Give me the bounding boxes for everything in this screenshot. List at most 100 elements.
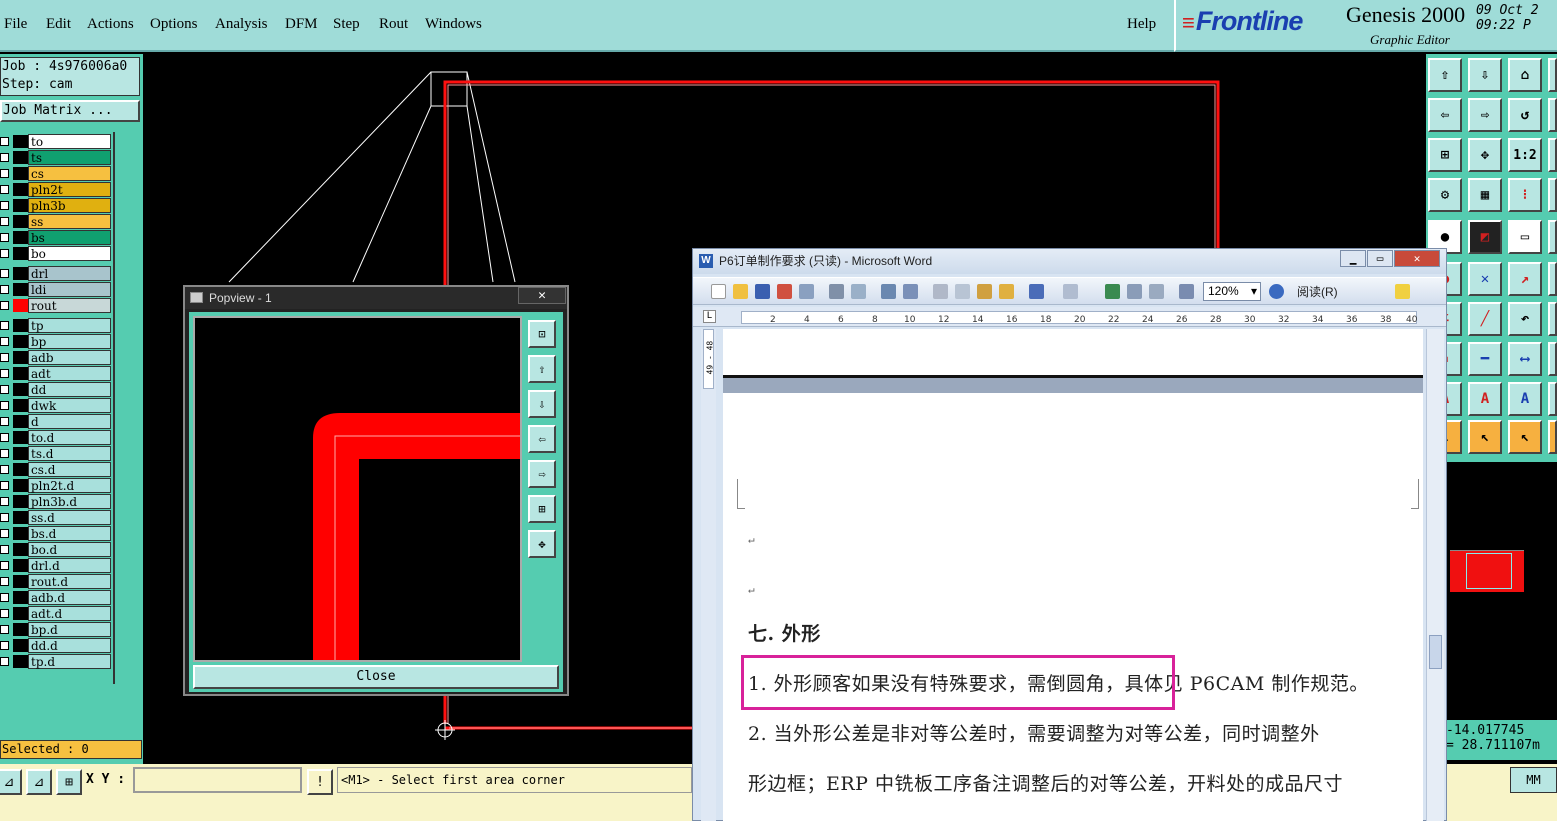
layer-row[interactable]: dwk: [0, 398, 115, 413]
popview-zoom-icon[interactable]: ⊡: [528, 320, 556, 348]
arc-icon[interactable]: ↶: [1508, 302, 1542, 336]
layer-checkbox[interactable]: [0, 609, 9, 618]
menu-analysis[interactable]: Analysis: [215, 16, 268, 33]
popview-close-icon[interactable]: ✕: [518, 287, 566, 304]
overview-map[interactable]: [1450, 550, 1524, 592]
layer-checkbox[interactable]: [0, 353, 9, 362]
tool-cut-icon[interactable]: [1548, 178, 1557, 212]
layer-checkbox[interactable]: [0, 169, 9, 178]
layer-row[interactable]: ts.d: [0, 446, 115, 461]
layer-checkbox[interactable]: [0, 449, 9, 458]
word-titlebar[interactable]: W P6订单制作要求 (只读) - Microsoft Word: [693, 249, 1446, 274]
layer-checkbox[interactable]: [0, 233, 9, 242]
layer-checkbox[interactable]: [0, 269, 9, 278]
layer-row[interactable]: bo.d: [0, 542, 115, 557]
layer-row[interactable]: bo: [0, 246, 115, 261]
warn-icon[interactable]: !: [307, 769, 333, 795]
layer-row[interactable]: adt: [0, 366, 115, 381]
read-mode-button[interactable]: 阅读(R): [1297, 283, 1338, 300]
layer-row[interactable]: rout: [0, 298, 115, 313]
menu-windows[interactable]: Windows: [425, 16, 482, 33]
layer-checkbox[interactable]: [0, 401, 9, 410]
layer-checkbox[interactable]: [0, 657, 9, 666]
help-icon[interactable]: [1269, 284, 1284, 299]
pan-left-icon[interactable]: ⇦: [1428, 98, 1462, 132]
draw-line-icon[interactable]: ╱: [1468, 302, 1502, 336]
snap-icon[interactable]: ⁝: [1508, 178, 1542, 212]
tool-cut-icon[interactable]: [1548, 262, 1557, 296]
layer-checkbox[interactable]: [0, 217, 9, 226]
mode1-icon[interactable]: ⊿: [0, 769, 22, 795]
layer-checkbox[interactable]: [0, 385, 9, 394]
settings-icon[interactable]: ⚙: [1428, 178, 1462, 212]
highlight-icon[interactable]: [1395, 284, 1410, 299]
tables-icon[interactable]: [1127, 284, 1142, 299]
maximize-icon[interactable]: ▭: [1367, 250, 1393, 267]
line-tool-icon[interactable]: ◩: [1468, 220, 1502, 254]
scale-1-2-icon[interactable]: 1:2: [1508, 138, 1542, 172]
layer-row[interactable]: drl.d: [0, 558, 115, 573]
minimize-icon[interactable]: ▁: [1340, 250, 1366, 267]
layer-checkbox[interactable]: [0, 433, 9, 442]
mode2-icon[interactable]: ⊿: [26, 769, 52, 795]
layer-row[interactable]: cs.d: [0, 462, 115, 477]
layer-row[interactable]: ss.d: [0, 510, 115, 525]
tool-cut-icon[interactable]: [1548, 98, 1557, 132]
layer-row[interactable]: ts: [0, 150, 115, 165]
layer-row[interactable]: bs.d: [0, 526, 115, 541]
layer-checkbox[interactable]: [0, 497, 9, 506]
job-matrix-button[interactable]: Job Matrix ...: [0, 100, 140, 122]
layer-row[interactable]: pln2t: [0, 182, 115, 197]
layer-up-icon[interactable]: ⇧: [1428, 58, 1462, 92]
layer-checkbox[interactable]: [0, 545, 9, 554]
layer-row[interactable]: to: [0, 134, 115, 149]
cut-icon[interactable]: [933, 284, 948, 299]
layer-row[interactable]: bp.d: [0, 622, 115, 637]
select2-icon[interactable]: ↖: [1508, 420, 1542, 454]
layer-row[interactable]: adt.d: [0, 606, 115, 621]
spelling-icon[interactable]: [881, 284, 896, 299]
print-icon[interactable]: [829, 284, 844, 299]
pan-right-icon[interactable]: ⇨: [1468, 98, 1502, 132]
layer-checkbox[interactable]: [0, 369, 9, 378]
menu-help[interactable]: Help: [1127, 16, 1156, 33]
popview-titlebar[interactable]: Popview - 1: [185, 287, 567, 309]
research-icon[interactable]: [903, 284, 918, 299]
permission-icon[interactable]: [777, 284, 792, 299]
menu-dfm[interactable]: DFM: [285, 16, 318, 33]
format-painter-icon[interactable]: [999, 284, 1014, 299]
tool-cut-icon[interactable]: [1548, 58, 1557, 92]
layer-row[interactable]: dd.d: [0, 638, 115, 653]
new-doc-icon[interactable]: [711, 284, 726, 299]
popview-down-icon[interactable]: ⇩: [528, 390, 556, 418]
layer-checkbox[interactable]: [0, 465, 9, 474]
select-icon[interactable]: ↖: [1468, 420, 1502, 454]
copy-icon[interactable]: [955, 284, 970, 299]
paste-icon[interactable]: [977, 284, 992, 299]
layer-down-icon[interactable]: ⇩: [1468, 58, 1502, 92]
save-icon[interactable]: [755, 284, 770, 299]
menu-rout[interactable]: Rout: [379, 16, 408, 33]
redo-icon[interactable]: [1063, 284, 1078, 299]
home-icon[interactable]: ⌂: [1508, 58, 1542, 92]
menu-actions[interactable]: Actions: [87, 16, 134, 33]
vertical-scrollbar[interactable]: [1426, 329, 1444, 821]
layer-row[interactable]: tp: [0, 318, 115, 333]
layer-checkbox[interactable]: [0, 137, 9, 146]
layer-row[interactable]: ss: [0, 214, 115, 229]
move-icon[interactable]: ↗: [1508, 262, 1542, 296]
tab-stop-icon[interactable]: L: [703, 310, 716, 323]
layer-row[interactable]: bs: [0, 230, 115, 245]
layer-checkbox[interactable]: [0, 337, 9, 346]
tool-cut-icon[interactable]: [1548, 382, 1557, 416]
ruler-icon[interactable]: ▭: [1508, 220, 1542, 254]
hyperlink-icon[interactable]: [1105, 284, 1120, 299]
layer-checkbox[interactable]: [0, 301, 9, 310]
layer-row[interactable]: adb.d: [0, 590, 115, 605]
layer-checkbox[interactable]: [0, 529, 9, 538]
layer-checkbox[interactable]: [0, 577, 9, 586]
layer-checkbox[interactable]: [0, 185, 9, 194]
popview-view[interactable]: [193, 316, 522, 662]
popview-up-icon[interactable]: ⇧: [528, 355, 556, 383]
popview-right-icon[interactable]: ⇨: [528, 460, 556, 488]
